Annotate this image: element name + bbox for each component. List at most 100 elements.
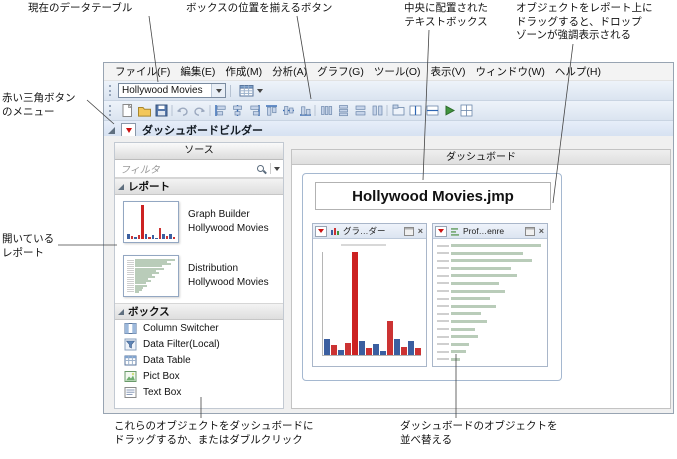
dashboard-header: ダッシュボード: [291, 149, 671, 165]
data-filter-icon: [124, 338, 137, 350]
undo-icon[interactable]: [176, 107, 188, 116]
source-panel-header: ソース: [115, 143, 283, 160]
align-top-icon[interactable]: [266, 105, 277, 116]
maximize-icon[interactable]: [524, 226, 535, 236]
box-item-label: Text Box: [143, 386, 182, 398]
align-bottom-icon[interactable]: [300, 106, 311, 116]
layout-toolbar-icons: [122, 103, 473, 117]
splitter-vertical-icon[interactable]: [426, 105, 439, 116]
box-item-pict-box[interactable]: Pict Box: [115, 368, 283, 384]
thumbnail-bar-chart: [127, 205, 175, 239]
annotation-rearrange-objects: ダッシュボードのオブジェクトを 並べ替える: [400, 420, 558, 446]
source-panel: ソース フィルタ レポート Graph Builder Hollywood Mo…: [114, 142, 284, 409]
data-table-button[interactable]: [235, 82, 267, 100]
report-thumbnail-distribution[interactable]: [123, 255, 179, 297]
red-triangle-menu-button[interactable]: [435, 225, 447, 237]
make-same-width-icon[interactable]: [355, 105, 366, 116]
report-item-graph-builder[interactable]: Graph Builder Hollywood Movies: [115, 195, 283, 249]
filter-input[interactable]: フィルタ: [118, 161, 255, 176]
align-left-icon[interactable]: [215, 105, 226, 116]
graph-builder-icon: [331, 228, 339, 235]
annotation-drag-objects: これらのオブジェクトをダッシュボードに ドラッグするか、またはダブルクリック: [114, 420, 314, 446]
bar-chart: [322, 252, 421, 356]
search-icon[interactable]: [255, 163, 267, 175]
distribute-horizontal-icon[interactable]: [321, 106, 333, 115]
menu-analyze[interactable]: 分析(A): [267, 63, 312, 80]
layout-toolbar: [104, 101, 673, 121]
menu-window[interactable]: ウィンドウ(W): [471, 63, 550, 80]
report-item-distribution[interactable]: Distribution Hollywood Movies: [115, 249, 283, 303]
box-item-label: Data Table: [143, 354, 191, 366]
align-right-icon[interactable]: [250, 105, 260, 116]
red-triangle-menu-button[interactable]: [121, 123, 136, 137]
report-label: Distribution Hollywood Movies: [188, 263, 269, 288]
toolbar-grip[interactable]: [109, 85, 113, 96]
collapse-triangle-icon[interactable]: [118, 183, 124, 190]
box-item-column-switcher[interactable]: Column Switcher: [115, 320, 283, 336]
data-table-icon: [239, 84, 254, 96]
dashboard-panel: ダッシュボード Hollywood Movies.jmp グラ…ダー × Pro…: [291, 149, 671, 409]
filter-dropdown-icon[interactable]: [274, 166, 280, 171]
open-icon[interactable]: [138, 107, 151, 117]
close-icon[interactable]: ×: [417, 226, 424, 236]
toolbar-grip[interactable]: [109, 105, 113, 116]
button-dropdown-arrow-icon: [257, 88, 263, 93]
redo-icon[interactable]: [194, 107, 206, 116]
menu-help[interactable]: ヘルプ(H): [550, 63, 606, 80]
maximize-icon[interactable]: [403, 226, 414, 236]
menu-file[interactable]: ファイル(F): [110, 63, 175, 80]
collapse-triangle-icon[interactable]: [118, 308, 124, 315]
run-icon[interactable]: [445, 105, 456, 116]
menu-edit[interactable]: 編集(E): [175, 63, 220, 80]
data-table-combo[interactable]: Hollywood Movies: [118, 83, 226, 98]
tab-box-icon[interactable]: [392, 104, 405, 116]
reports-section-label: レポート: [128, 181, 170, 193]
report-label: Graph Builder Hollywood Movies: [188, 209, 269, 234]
annotation-open-reports: 開いている レポート: [2, 233, 55, 259]
report-thumbnail-graph-builder[interactable]: [123, 201, 179, 243]
dashboard-panel-graph-builder[interactable]: グラ…ダー ×: [312, 223, 427, 367]
menu-graph[interactable]: グラフ(G): [312, 63, 369, 80]
make-same-height-icon[interactable]: [372, 105, 383, 116]
layout-grid-icon[interactable]: [460, 104, 473, 117]
annotation-centered-text-box: 中央に配置された テキストボックス: [404, 2, 488, 28]
box-item-data-table[interactable]: Data Table: [115, 352, 283, 368]
text-box-icon: [124, 386, 137, 398]
menu-tools[interactable]: ツール(O): [369, 63, 426, 80]
column-switcher-icon: [124, 322, 137, 334]
panel-title: Prof…enre: [463, 226, 505, 236]
menu-bar: ファイル(F) 編集(E) 作成(M) 分析(A) グラフ(G) ツール(O) …: [104, 63, 673, 81]
pict-box-icon: [124, 370, 137, 382]
annotation-red-triangle-menu: 赤い三角ボタン のメニュー: [2, 92, 76, 118]
panel-header: グラ…ダー ×: [313, 224, 426, 239]
reports-section-header[interactable]: レポート: [115, 178, 283, 195]
distribute-vertical-icon[interactable]: [339, 105, 348, 117]
align-middle-icon[interactable]: [283, 106, 294, 115]
data-table-toolbar: Hollywood Movies: [104, 81, 673, 101]
new-icon[interactable]: [122, 103, 133, 117]
dashboard-title-text-box[interactable]: Hollywood Movies.jmp: [315, 182, 551, 210]
box-item-data-filter[interactable]: Data Filter(Local): [115, 336, 283, 352]
dashboard-canvas[interactable]: Hollywood Movies.jmp グラ…ダー × Prof…enre ×: [291, 165, 671, 409]
boxes-section-header[interactable]: ボックス: [115, 303, 283, 320]
page: 現在のデータテーブル ボックスの位置を揃えるボタン 中央に配置された テキストボ…: [0, 0, 677, 459]
panel-body: [433, 239, 547, 366]
combo-dropdown-arrow-icon[interactable]: [211, 84, 225, 97]
splitter-horizontal-icon[interactable]: [409, 105, 422, 116]
boxes-section-label: ボックス: [128, 306, 170, 318]
align-center-icon[interactable]: [233, 105, 242, 116]
data-table-combo-value: Hollywood Movies: [122, 85, 203, 96]
close-icon[interactable]: ×: [538, 226, 545, 236]
red-triangle-menu-button[interactable]: [315, 225, 327, 237]
menu-create[interactable]: 作成(M): [220, 63, 267, 80]
menu-view[interactable]: 表示(V): [426, 63, 471, 80]
jmp-dashboard-builder-window: ファイル(F) 編集(E) 作成(M) 分析(A) グラフ(G) ツール(O) …: [103, 62, 674, 414]
annotation-align-boxes-button: ボックスの位置を揃えるボタン: [186, 2, 333, 14]
box-item-text-box[interactable]: Text Box: [115, 384, 283, 400]
dashboard-panel-profit-by-genre[interactable]: Prof…enre ×: [432, 223, 548, 367]
save-icon[interactable]: [155, 104, 168, 117]
outline-collapse-icon[interactable]: [108, 126, 115, 134]
box-item-label: Column Switcher: [143, 322, 219, 334]
hbar-chart: [437, 244, 541, 361]
builder-content: ソース フィルタ レポート Graph Builder Hollywood Mo…: [104, 136, 673, 413]
